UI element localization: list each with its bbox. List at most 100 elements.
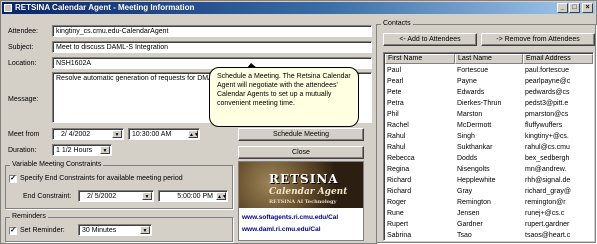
duration-value: 1 1/2 Hours bbox=[56, 147, 93, 154]
variable-constraints-title: Variable Meeting Constraints bbox=[10, 161, 104, 168]
end-date-value: 2/ 5/2002 bbox=[87, 193, 117, 200]
spin-arrows-icon[interactable]: ▲▼ bbox=[216, 192, 227, 200]
chevron-down-icon[interactable]: ▼ bbox=[140, 226, 150, 234]
end-time-value: 5:00:00 PM bbox=[177, 193, 213, 200]
close-window-button[interactable]: × bbox=[582, 3, 593, 13]
schedule-tooltip: Schedule a Meeting. The Retsina Calendar… bbox=[209, 67, 359, 127]
contacts-list[interactable]: First Name Last Name Email Address Paul F… bbox=[383, 52, 594, 241]
contact-last-name: Gray bbox=[457, 188, 473, 195]
contact-last-name: McDermott bbox=[457, 122, 492, 129]
reminder-select[interactable]: 30 Minutes ▼ bbox=[78, 224, 152, 236]
contact-last-name: Hepplewhite bbox=[457, 177, 496, 184]
contact-email: pedst3@pitt.e bbox=[525, 100, 569, 107]
meet-from-time-spinner[interactable]: 10:30:00 AM ▲▼ bbox=[128, 128, 200, 140]
maximize-button[interactable]: □ bbox=[569, 3, 580, 13]
table-row[interactable]: Rupert Gardner rupert.gardner bbox=[385, 220, 593, 229]
table-row[interactable]: Rune Jensen runej+@cs.c bbox=[385, 209, 593, 218]
set-reminder-checkbox[interactable]: ✓ bbox=[9, 227, 17, 235]
attendee-field[interactable]: kingtiny_cs.cmu.edu-CalendarAgent bbox=[52, 25, 372, 37]
table-row[interactable]: Phil Marston pmarston@cs bbox=[385, 110, 593, 119]
reminders-title: Reminders bbox=[10, 213, 48, 220]
contact-first-name: Rupert bbox=[387, 221, 409, 228]
contact-first-name: Paul bbox=[387, 67, 402, 74]
set-reminder-label: Set Reminder: bbox=[20, 227, 65, 234]
softagents-link[interactable]: www.softagents.ri.cmu.edu/Cal bbox=[242, 214, 338, 221]
banner-links: www.softagents.ri.cmu.edu/Cal www.daml.r… bbox=[239, 208, 363, 240]
variable-constraints-group: Variable Meeting Constraints bbox=[5, 161, 233, 209]
location-label: Location: bbox=[8, 60, 37, 67]
table-row[interactable]: Rebecca Dodds bex_sedbergh bbox=[385, 154, 593, 163]
contact-email: remington@r bbox=[525, 199, 566, 206]
meeting-information-window: RETSINA Calendar Agent - Meeting Informa… bbox=[0, 0, 597, 244]
table-row[interactable]: Petra Dierkes-Thrun pedst3@pitt.e bbox=[385, 99, 593, 108]
specify-end-checkbox[interactable]: ✓ bbox=[9, 175, 17, 183]
contact-first-name: Pearl bbox=[387, 78, 404, 85]
contact-email: pearlpayne@c bbox=[525, 78, 571, 85]
contact-first-name: Rebecca bbox=[387, 155, 415, 162]
daml-link[interactable]: www.daml.ri.cmu.edu/Cal bbox=[242, 226, 321, 233]
table-row[interactable]: Regina Nisengolts mn@andrew. bbox=[385, 165, 593, 174]
contact-email: kingtiny+@cs. bbox=[525, 133, 569, 140]
meet-from-date-value: 2/ 4/2002 bbox=[61, 131, 91, 138]
schedule-meeting-button[interactable]: Schedule Meeting bbox=[238, 128, 364, 141]
close-button[interactable]: Close bbox=[238, 146, 364, 159]
contact-email: pmarston@cs bbox=[525, 111, 569, 118]
contact-email: bex_sedbergh bbox=[525, 155, 570, 162]
banner-image: RETSINA Calendar Agent RETSINA AI Techno… bbox=[239, 162, 363, 208]
column-header-last-name[interactable]: Last Name bbox=[455, 54, 523, 64]
remove-from-attendees-button[interactable]: -> Remove from Attendees bbox=[481, 33, 595, 46]
table-row[interactable]: Richard Gray richard_gray@ bbox=[385, 187, 593, 196]
duration-label: Duration: bbox=[8, 147, 37, 154]
contact-first-name: Roger bbox=[387, 199, 407, 206]
subject-label: Subject: bbox=[8, 44, 34, 51]
table-row[interactable]: Rahul Sukthankar rahul@cs.cmu bbox=[385, 143, 593, 152]
contact-last-name: Tsao bbox=[457, 232, 472, 239]
contact-email: runej+@cs.c bbox=[525, 210, 565, 217]
table-row[interactable]: Sabrina Tsao tsaos@heart.c bbox=[385, 231, 593, 240]
contact-last-name: Marston bbox=[457, 111, 483, 118]
table-row[interactable]: Roger Remington remington@r bbox=[385, 198, 593, 207]
contact-first-name: Phil bbox=[387, 111, 399, 118]
specify-end-label: Specify End Constraints for available me… bbox=[20, 175, 183, 182]
contact-first-name: Rahul bbox=[387, 144, 406, 151]
contact-email: rupert.gardner bbox=[525, 221, 570, 228]
attendee-label: Attendee: bbox=[8, 28, 38, 35]
contact-last-name: Nisengolts bbox=[457, 166, 490, 173]
meet-from-time-value: 10:30:00 AM bbox=[132, 131, 172, 138]
table-row[interactable]: Pete Edwards pedwards@cs bbox=[385, 88, 593, 97]
chevron-down-icon[interactable]: ▼ bbox=[112, 130, 122, 138]
end-time-spinner[interactable]: 5:00:00 PM ▲▼ bbox=[158, 190, 228, 202]
retsina-banner: RETSINA Calendar Agent RETSINA AI Techno… bbox=[238, 161, 364, 241]
message-label: Message: bbox=[8, 96, 39, 103]
contact-first-name: Petra bbox=[387, 100, 404, 107]
end-date-picker[interactable]: 2/ 5/2002 ▼ bbox=[78, 190, 154, 202]
contact-last-name: Payne bbox=[457, 78, 477, 85]
chevron-down-icon[interactable]: ▼ bbox=[142, 192, 152, 200]
contact-first-name: Richard bbox=[387, 188, 412, 195]
table-row[interactable]: Pearl Payne pearlpayne@c bbox=[385, 77, 593, 86]
contact-email: fluffywuffers bbox=[525, 122, 563, 129]
contact-email: paul.fortescue bbox=[525, 67, 569, 74]
title-bar[interactable]: RETSINA Calendar Agent - Meeting Informa… bbox=[2, 2, 595, 14]
contact-last-name: Dierkes-Thrun bbox=[457, 100, 502, 107]
table-row[interactable]: Rahul Singh kingtiny+@cs. bbox=[385, 132, 593, 141]
chevron-down-icon[interactable]: ▼ bbox=[100, 146, 110, 154]
add-to-attendees-button[interactable]: <- Add to Attendees bbox=[383, 33, 477, 46]
calendar-agent-logo: Calendar Agent bbox=[269, 187, 348, 197]
column-header-email[interactable]: Email Address bbox=[523, 54, 593, 64]
contact-last-name: Remington bbox=[457, 199, 491, 206]
contact-email: richard_gray@ bbox=[525, 188, 572, 195]
contact-email: pedwards@cs bbox=[525, 89, 570, 96]
reminder-value: 30 Minutes bbox=[82, 227, 117, 234]
subject-field[interactable]: Meet to discuss DAML-S Integration bbox=[52, 41, 372, 53]
table-row[interactable]: Paul Fortescue paul.fortescue bbox=[385, 66, 593, 75]
table-row[interactable]: Richard Hepplewhite rhh@signal.de bbox=[385, 176, 593, 185]
spin-arrows-icon[interactable]: ▲▼ bbox=[188, 130, 199, 138]
contact-first-name: Rachel bbox=[387, 122, 409, 129]
table-row[interactable]: Rachel McDermott fluffywuffers bbox=[385, 121, 593, 130]
contact-email: rahul@cs.cmu bbox=[525, 144, 570, 151]
minimize-button[interactable]: _ bbox=[557, 3, 568, 13]
column-header-first-name[interactable]: First Name bbox=[385, 54, 455, 64]
meet-from-date-picker[interactable]: 2/ 4/2002 ▼ bbox=[52, 128, 124, 140]
duration-select[interactable]: 1 1/2 Hours ▼ bbox=[52, 144, 112, 156]
